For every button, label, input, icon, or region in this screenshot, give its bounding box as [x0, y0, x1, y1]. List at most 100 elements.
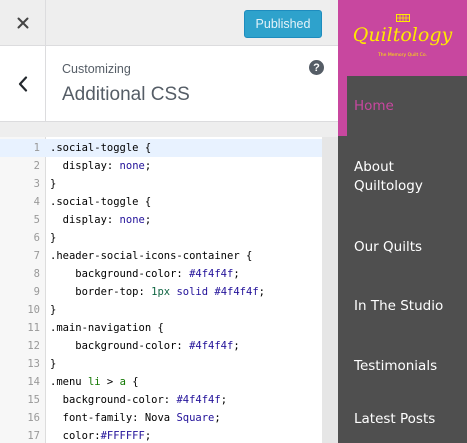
code-line[interactable]: 4 .social-toggle {	[0, 193, 322, 211]
help-icon[interactable]: ?	[309, 60, 324, 75]
back-button[interactable]	[0, 46, 46, 121]
code-line[interactable]: 12 background-color: #4f4f4f;	[0, 337, 322, 355]
code-text: background-color: #4f4f4f;	[50, 268, 240, 280]
line-number: 14	[27, 376, 40, 388]
code-token: display:	[50, 214, 120, 226]
code-token: }	[50, 178, 57, 190]
code-text: }	[50, 358, 56, 370]
code-text: border-top: 1px solid #4f4f4f;	[50, 286, 265, 298]
code-token: 1px	[151, 286, 171, 298]
code-text: color:#FFFFFF;	[50, 430, 152, 442]
quilt-icon	[396, 14, 410, 22]
code-token: >	[100, 376, 120, 388]
code-line[interactable]: 1 .social-toggle {	[0, 139, 322, 157]
code-token: .header-social-icons-container {	[50, 250, 253, 262]
code-token: background-color:	[50, 394, 177, 406]
code-token: display:	[50, 160, 120, 172]
code-text: background-color: #4f4f4f;	[50, 394, 227, 406]
css-code-editor[interactable]: 1 .social-toggle {2 display: none; 3} 4 .soc…	[0, 137, 322, 443]
panel-scrollbar[interactable]	[322, 137, 338, 443]
nav-item-in-the-studio[interactable]: In The Studio	[338, 276, 467, 336]
nav-item-latest-posts[interactable]: Latest Posts	[338, 396, 467, 443]
line-number: 5	[33, 214, 40, 226]
line-number: 9	[33, 286, 40, 298]
code-token: #4f4f4f	[189, 268, 234, 280]
site-logo-text[interactable]: Quiltology	[338, 24, 467, 46]
nav-item-about-quiltology[interactable]: About Quiltology	[338, 136, 467, 218]
code-line[interactable]: 14 .menu li > a {	[0, 373, 322, 391]
nav-item-label: Our Quilts	[354, 238, 423, 255]
nav-item-home[interactable]: Home	[338, 76, 467, 136]
line-number: 1	[33, 142, 40, 154]
section-title: Additional CSS	[62, 84, 190, 105]
code-token: ;	[144, 160, 152, 172]
code-line[interactable]: 3}	[0, 175, 322, 193]
customizing-label: Customizing	[62, 62, 131, 76]
code-line[interactable]: 10}	[0, 301, 322, 319]
site-preview: Quiltology The Memory Quilt Co. Home Abou…	[338, 0, 467, 443]
code-text: font-family: Nova Square;	[50, 412, 221, 424]
code-token: ;	[214, 412, 221, 424]
code-text: .social-toggle {	[50, 142, 151, 154]
code-line[interactable]: 2 display: none;	[0, 157, 322, 175]
code-text: .header-social-icons-container {	[50, 250, 252, 262]
code-token: }	[50, 232, 57, 244]
code-token: font-family: Nova	[50, 412, 177, 424]
line-number: 12	[27, 340, 40, 352]
code-line[interactable]: 7 .header-social-icons-container {	[0, 247, 322, 265]
code-text: .main-navigation {	[50, 322, 164, 334]
nav-item-testimonials[interactable]: Testimonials	[338, 336, 467, 396]
nav-item-our-quilts[interactable]: Our Quilts	[338, 218, 467, 276]
code-text: background-color: #4f4f4f;	[50, 340, 240, 352]
code-token: #4f4f4f	[189, 340, 234, 352]
code-token: .menu	[50, 376, 88, 388]
code-token: }	[50, 358, 57, 370]
code-token: border-top:	[50, 286, 152, 298]
nav-item-label: In The Studio	[354, 297, 444, 314]
publish-button[interactable]: Published	[244, 10, 322, 38]
nav-item-label: About Quiltology	[354, 159, 423, 194]
code-token: ;	[220, 394, 228, 406]
code-text: .menu li > a {	[50, 376, 139, 388]
code-text: display: none;	[50, 160, 152, 172]
site-header: Quiltology The Memory Quilt Co.	[338, 0, 467, 76]
code-token: .social-toggle {	[50, 196, 152, 208]
code-line[interactable]: 5 display: none;	[0, 211, 322, 229]
code-token: #4f4f4f	[214, 286, 259, 298]
code-text: }	[50, 232, 56, 244]
code-token: background-color:	[50, 268, 190, 280]
code-token: ;	[144, 430, 152, 442]
customizer-header: Published	[0, 0, 338, 46]
code-token: ;	[258, 286, 265, 298]
code-line[interactable]: 17 color:#FFFFFF;	[0, 427, 322, 443]
code-line[interactable]: 15 background-color: #4f4f4f;	[0, 391, 322, 409]
code-token: {	[125, 376, 139, 388]
line-number: 16	[27, 412, 40, 424]
line-number: 15	[27, 394, 40, 406]
site-tagline: The Memory Quilt Co.	[378, 53, 427, 58]
code-line[interactable]: 9 border-top: 1px solid #4f4f4f;	[0, 283, 322, 301]
code-token: .social-toggle {	[50, 142, 152, 154]
line-number: 13	[27, 358, 40, 370]
code-text: .social-toggle {	[50, 196, 151, 208]
code-line[interactable]: 13}	[0, 355, 322, 373]
code-line[interactable]: 6}	[0, 229, 322, 247]
code-token: ;	[233, 340, 240, 352]
code-line[interactable]: 11 .main-navigation {	[0, 319, 322, 337]
line-number: 3	[33, 178, 40, 190]
nav-item-label: Latest Posts	[354, 411, 436, 427]
code-line[interactable]: 8 background-color: #4f4f4f;	[0, 265, 322, 283]
line-number: 17	[27, 430, 40, 442]
code-token: ;	[233, 268, 240, 280]
line-number: 10	[27, 304, 40, 316]
line-number: 7	[33, 250, 40, 262]
code-line[interactable]: 16 font-family: Nova Square;	[0, 409, 322, 427]
line-number: 2	[33, 160, 40, 172]
close-icon	[17, 17, 28, 28]
line-number: 8	[33, 268, 40, 280]
code-token: .main-navigation {	[50, 322, 164, 334]
nav-item-label: Home	[354, 97, 394, 114]
close-button[interactable]	[0, 0, 46, 45]
code-text: }	[50, 178, 56, 190]
code-token: #4f4f4f	[176, 394, 221, 406]
